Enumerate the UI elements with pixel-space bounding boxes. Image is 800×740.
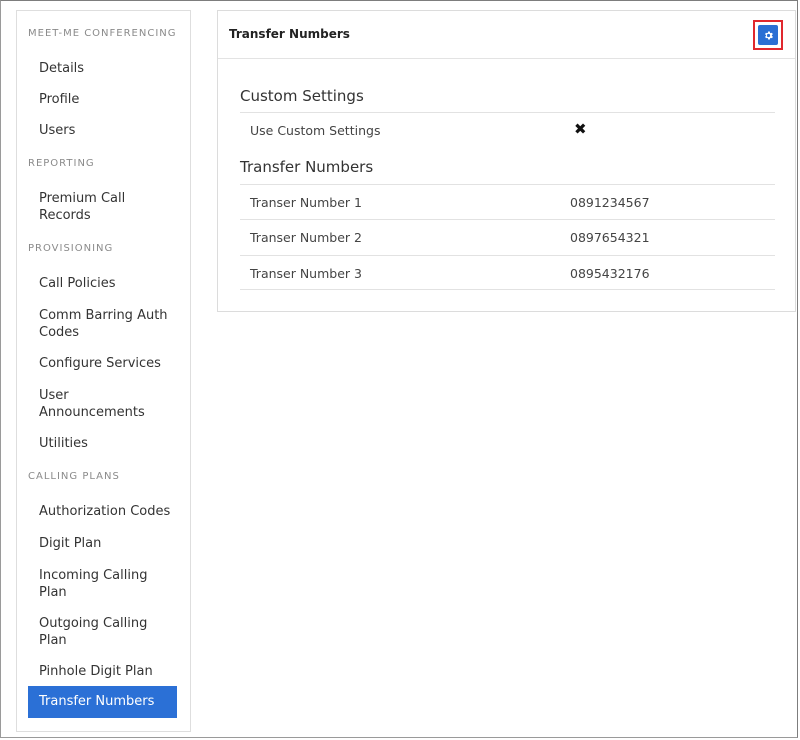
sidebar-item-configure-services[interactable]: Configure Services [28,355,177,372]
transfer-numbers-heading: Transfer Numbers [240,158,374,176]
sidebar-item-incoming-calling-plan[interactable]: Incoming Calling Plan [28,567,177,601]
sidebar-item-transfer-numbers[interactable]: Transfer Numbers [28,686,177,718]
transfer-number-label: Transer Number 2 [250,230,362,245]
sidebar-item-comm-barring[interactable]: Comm Barring Auth Codes [28,307,177,341]
transfer-number-label: Transer Number 1 [250,195,362,210]
sidebar-item-premium-call-records[interactable]: Premium Call Records [28,190,177,224]
settings-highlight [753,20,783,50]
sidebar-section-meet-me: MEET-ME CONFERENCING [28,28,177,39]
settings-button[interactable] [758,25,778,45]
transfer-numbers-panel: Transfer Numbers Custom Settings Use Cus… [217,10,796,312]
panel-title: Transfer Numbers [229,27,350,41]
sidebar-item-digit-plan[interactable]: Digit Plan [28,535,177,552]
sidebar-item-profile[interactable]: Profile [28,91,177,108]
sidebar-item-users[interactable]: Users [28,122,177,139]
sidebar-section-calling-plans: CALLING PLANS [28,471,120,482]
table-row: Transer Number 1 0891234567 [240,184,775,219]
transfer-number-value: 0891234567 [570,195,650,210]
sidebar-item-details[interactable]: Details [28,60,177,77]
sidebar-section-reporting: REPORTING [28,158,95,169]
panel-header: Transfer Numbers [218,11,795,59]
use-custom-settings-label: Use Custom Settings [250,123,381,138]
custom-settings-row: Use Custom Settings ✖ [240,112,775,147]
sidebar-item-call-policies[interactable]: Call Policies [28,275,177,292]
sidebar-section-provisioning: PROVISIONING [28,243,114,254]
custom-settings-heading: Custom Settings [240,87,364,105]
transfer-number-value: 0895432176 [570,266,650,281]
transfer-number-value: 0897654321 [570,230,650,245]
table-row: Transer Number 2 0897654321 [240,219,775,254]
sidebar-item-utilities[interactable]: Utilities [28,435,177,452]
x-icon: ✖ [574,120,587,138]
sidebar-item-user-announcements[interactable]: User Announcements [28,387,177,421]
gear-icon [764,30,773,40]
sidebar-item-pinhole-digit-plan[interactable]: Pinhole Digit Plan [28,663,177,680]
sidebar-item-outgoing-calling-plan[interactable]: Outgoing Calling Plan [28,615,177,649]
sidebar-nav: MEET-ME CONFERENCING Details Profile Use… [16,10,191,732]
sidebar-item-authorization-codes[interactable]: Authorization Codes [28,503,177,520]
transfer-number-label: Transer Number 3 [250,266,362,281]
table-row: Transer Number 3 0895432176 [240,255,775,290]
